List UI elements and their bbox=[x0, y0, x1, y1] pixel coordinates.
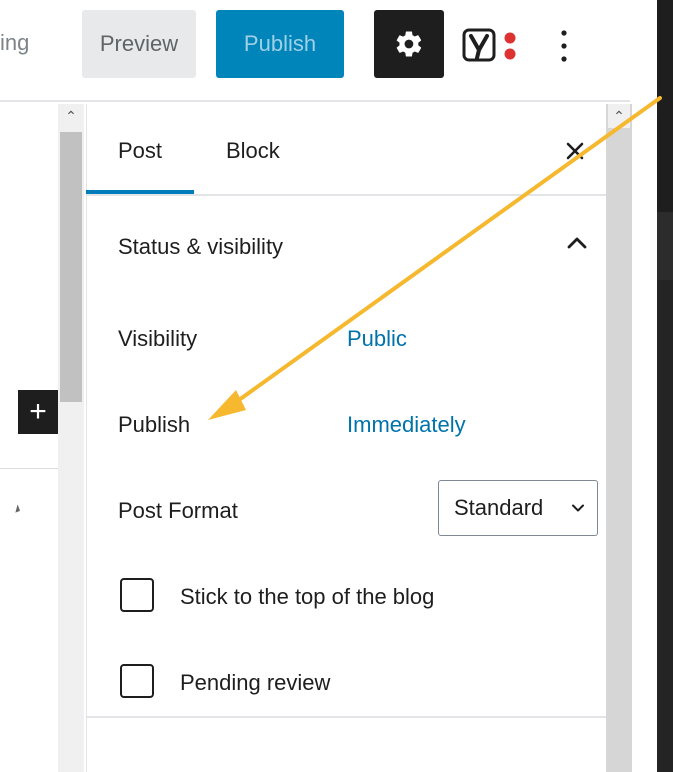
annotation-arrow bbox=[208, 96, 662, 420]
